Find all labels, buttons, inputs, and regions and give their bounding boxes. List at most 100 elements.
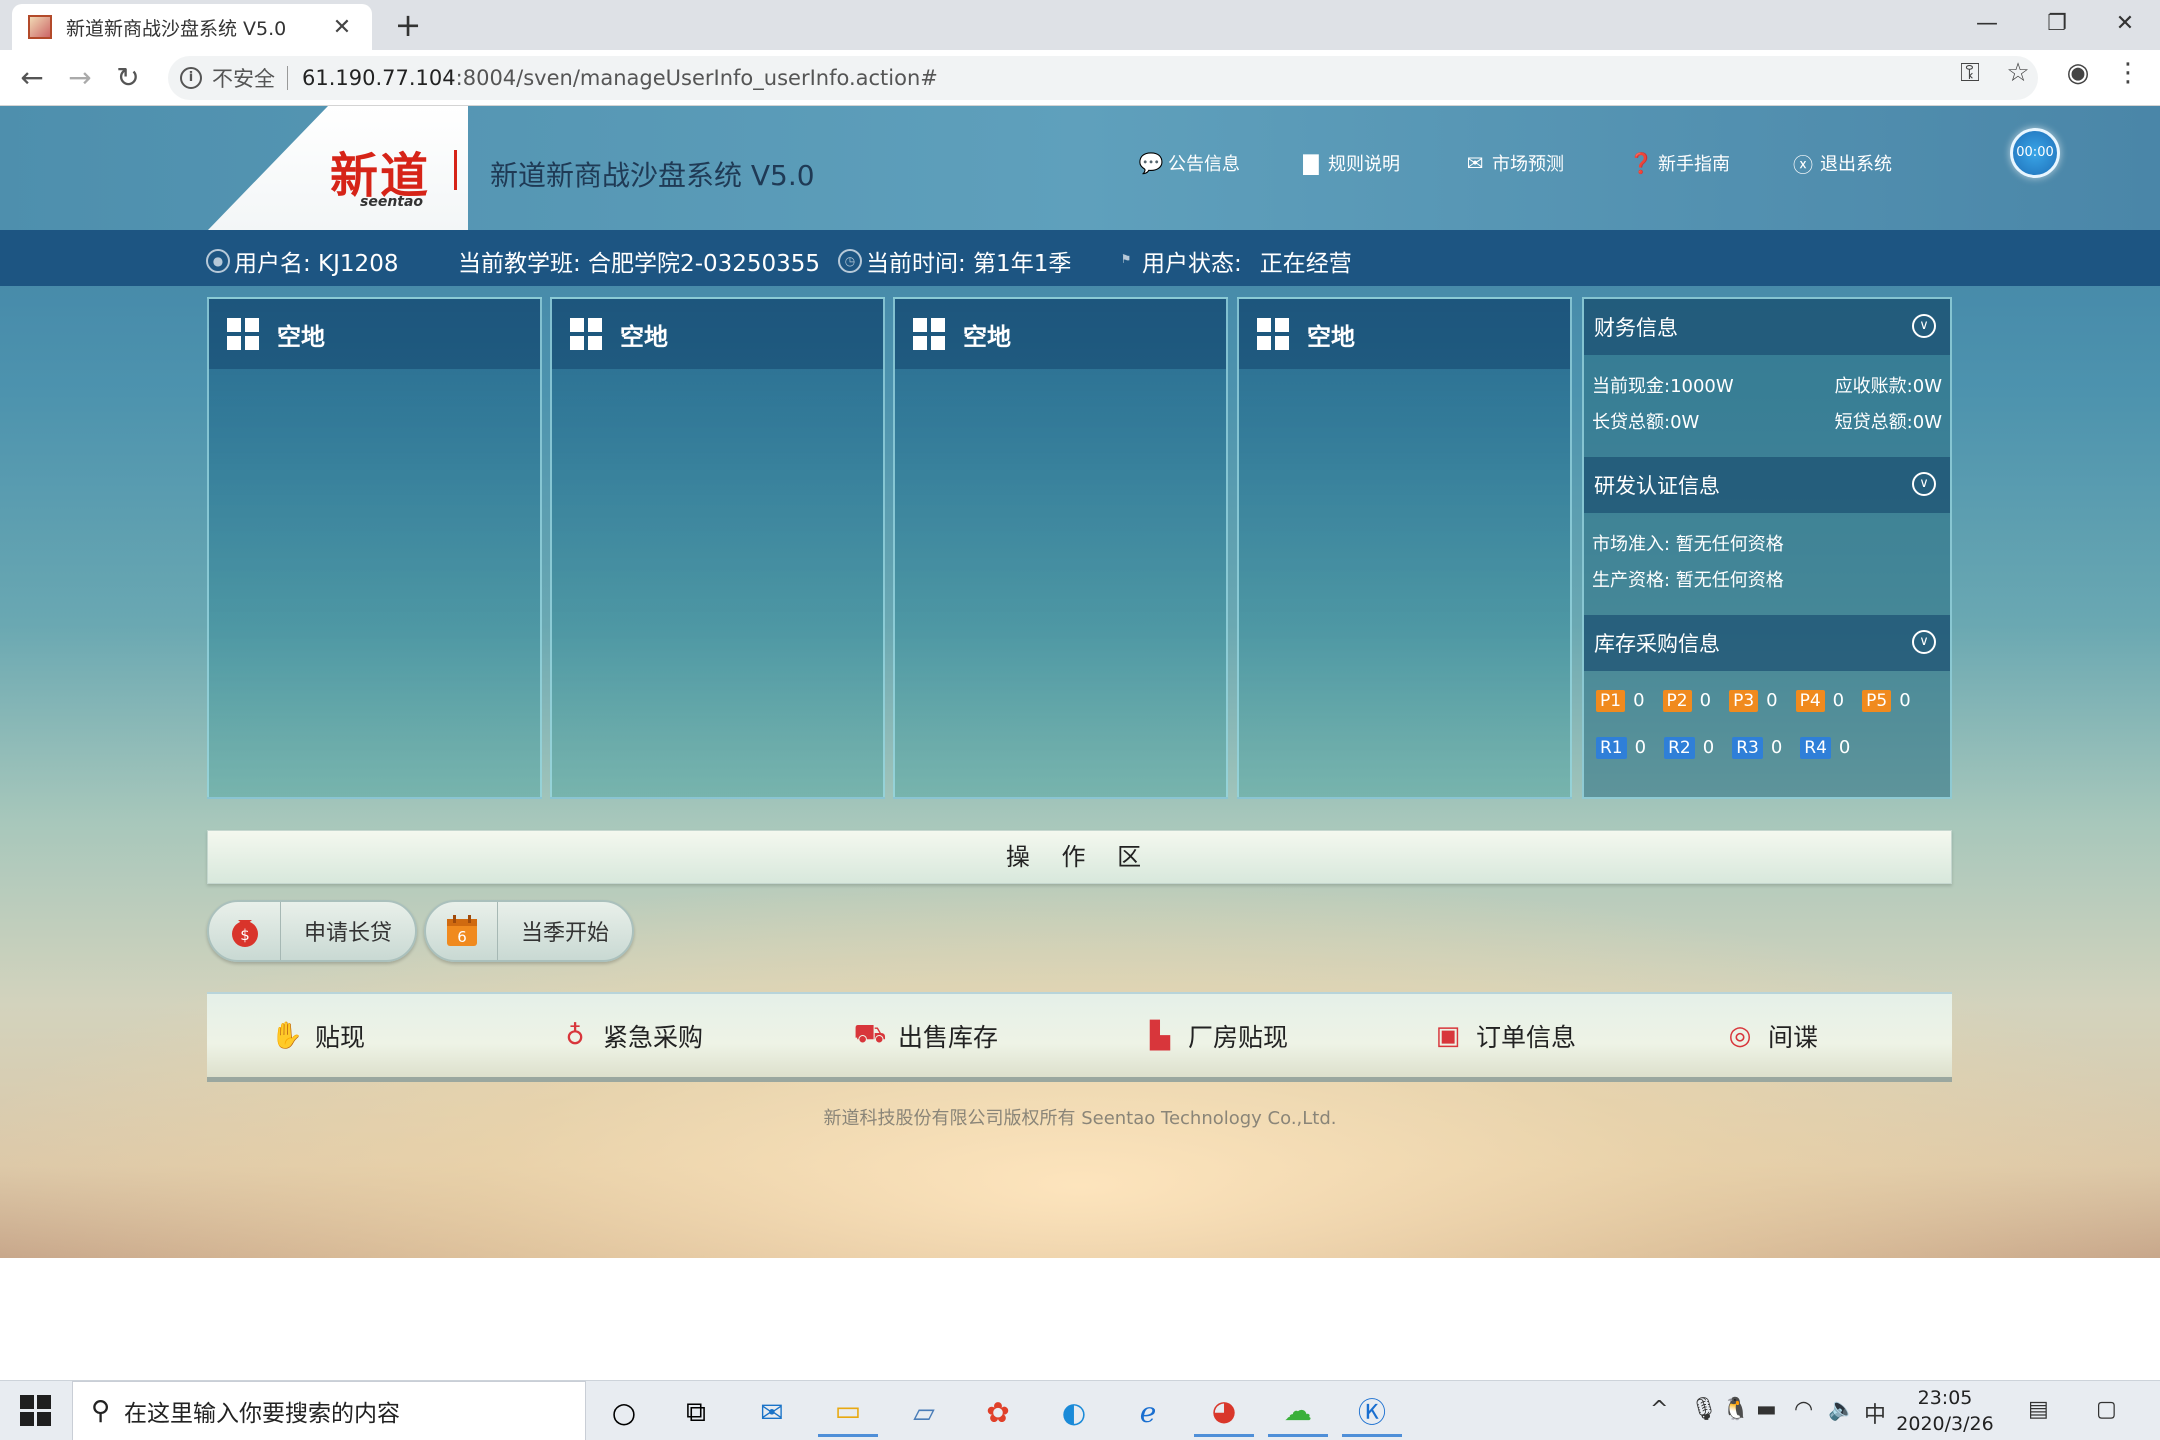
grid-icon: [913, 318, 945, 350]
star-icon[interactable]: ☆: [1998, 58, 2038, 88]
inventory-title: 库存采购信息: [1594, 632, 1720, 656]
key-icon[interactable]: ⚿: [1950, 58, 1990, 89]
edge-icon[interactable]: ℯ: [1118, 1387, 1178, 1437]
computer-icon[interactable]: ▱: [894, 1387, 954, 1437]
windows-start-icon[interactable]: [20, 1395, 52, 1427]
factory-icon: ▙: [1150, 1021, 1170, 1051]
reload-icon[interactable]: ↻: [108, 58, 148, 98]
wifi-icon[interactable]: ◠: [1794, 1397, 1813, 1422]
search-icon: ⚲: [91, 1396, 111, 1426]
material-qty: 0: [1702, 737, 1715, 758]
new-tab-button[interactable]: +: [388, 6, 428, 44]
apply-long-loan-button[interactable]: $ 申请长贷: [207, 900, 417, 962]
nav-logout[interactable]: ⓧ 退出系统: [1790, 150, 1892, 177]
security-label: 不安全: [212, 67, 275, 91]
chevron-down-icon[interactable]: ∨: [1912, 630, 1936, 654]
action-label: 订单信息: [1476, 1023, 1577, 1052]
logo-divider: [454, 150, 457, 190]
k-app-icon[interactable]: Ⓚ: [1342, 1387, 1402, 1437]
action-factory-discount[interactable]: ▙ 厂房贴现: [1142, 1018, 1288, 1054]
rd-row: 市场准入: 暂无任何资格: [1584, 525, 1950, 561]
tab-close-icon[interactable]: ✕: [328, 15, 356, 40]
app-icon[interactable]: ✿: [968, 1387, 1028, 1437]
taskbar-search-input[interactable]: ⚲ 在这里输入你要搜索的内容: [72, 1381, 586, 1440]
browser-tab[interactable]: 新道新商战沙盘系统 V5.0 ✕: [12, 4, 372, 50]
cortana-icon[interactable]: ○: [594, 1387, 654, 1437]
forward-icon[interactable]: →: [60, 58, 100, 98]
land-header: 空地: [895, 299, 1226, 369]
action-bar: ✋ 贴现 ♁ 紧急采购 ⛟ 出售库存 ▙ 厂房贴现 ▣ 订单信息 ◎ 间谍: [207, 992, 1952, 1082]
action-label: 间谍: [1768, 1023, 1819, 1052]
profile-icon[interactable]: ◉: [2058, 58, 2098, 88]
land-panel-4[interactable]: 空地: [1237, 297, 1572, 799]
nav-announcement[interactable]: 💬 公告信息: [1138, 150, 1240, 176]
land-panel-3[interactable]: 空地: [893, 297, 1228, 799]
system-title: 新道新商战沙盘系统 V5.0: [490, 159, 815, 192]
task-view-icon[interactable]: ⧉: [666, 1387, 726, 1437]
season-start-button[interactable]: 6 当季开始: [424, 900, 634, 962]
land-panel-1[interactable]: 空地: [207, 297, 542, 799]
volume-icon[interactable]: 🔈: [1828, 1397, 1855, 1422]
material-badge: R1: [1596, 736, 1627, 759]
url-input[interactable]: i 不安全 61.190.77.104:8004/sven/manageUser…: [168, 56, 2038, 100]
user-icon: ●: [206, 249, 230, 273]
username-text: 用户名: KJ1208: [234, 251, 399, 277]
material-badge: R4: [1800, 736, 1831, 759]
qq-icon[interactable]: 🐧: [1722, 1397, 1749, 1422]
action-discount[interactable]: ✋ 贴现: [269, 1018, 365, 1054]
microphone-icon[interactable]: 🎙: [1690, 1397, 1718, 1422]
state-value: 正在经营: [1259, 251, 1352, 277]
land-header: 空地: [552, 299, 883, 369]
land-label: 空地: [963, 322, 1011, 351]
compass-icon: ◎: [1728, 1021, 1752, 1051]
nav-guide[interactable]: ❓ 新手指南: [1628, 150, 1730, 176]
back-icon[interactable]: ←: [12, 58, 52, 98]
land-panel-2[interactable]: 空地: [550, 297, 885, 799]
wechat-icon[interactable]: ☁: [1268, 1387, 1328, 1437]
product-badge: P3: [1729, 689, 1759, 712]
file-explorer-icon[interactable]: ▭: [818, 1387, 878, 1437]
money-bag-icon: $: [209, 902, 281, 960]
battery-icon[interactable]: ▬: [1756, 1397, 1777, 1422]
browser-app-icon[interactable]: ◐: [1044, 1387, 1104, 1437]
svg-text:$: $: [240, 926, 250, 944]
nav-label: 退出系统: [1820, 154, 1892, 175]
product-badge: P1: [1596, 689, 1626, 712]
window-close-icon[interactable]: ✕: [2090, 4, 2160, 44]
land-header: 空地: [1239, 299, 1570, 369]
chevron-down-icon[interactable]: ∨: [1912, 472, 1936, 496]
action-label: 出售库存: [898, 1023, 999, 1052]
notification-badge-icon[interactable]: ▤: [2028, 1397, 2049, 1422]
product-qty: 0: [1899, 690, 1911, 711]
action-order-info[interactable]: ▣ 订单信息: [1430, 1018, 1576, 1054]
material-qty: 0: [1770, 737, 1783, 758]
button-label: 申请长贷: [303, 921, 392, 946]
mail-icon[interactable]: ✉: [742, 1387, 802, 1437]
ime-indicator[interactable]: 中: [1864, 1397, 1886, 1429]
nav-rules[interactable]: ▇ 规则说明: [1298, 150, 1400, 176]
restore-icon[interactable]: ❐: [2022, 4, 2092, 44]
nav-label: 新手指南: [1658, 154, 1730, 175]
timer[interactable]: 00:00: [2010, 128, 2060, 178]
menu-icon[interactable]: ⋮: [2108, 58, 2148, 88]
minimize-icon[interactable]: —: [1952, 4, 2022, 44]
tray-expand-icon[interactable]: ^: [1650, 1397, 1668, 1422]
inventory-header[interactable]: 库存采购信息 ∨: [1584, 615, 1950, 671]
clock[interactable]: 23:05 2020/3/26: [1890, 1385, 2000, 1437]
finance-header[interactable]: 财务信息 ∨: [1584, 299, 1950, 355]
action-sell-inventory[interactable]: ⛟ 出售库存: [852, 1018, 998, 1054]
product-qty: 0: [1832, 690, 1845, 711]
action-center-icon[interactable]: ▢: [2096, 1397, 2117, 1422]
separator: [287, 66, 288, 90]
action-spy[interactable]: ◎ 间谍: [1722, 1018, 1818, 1054]
chevron-down-icon[interactable]: ∨: [1912, 314, 1936, 338]
land-label: 空地: [620, 322, 668, 351]
rd-header[interactable]: 研发认证信息 ∨: [1584, 457, 1950, 513]
info-icon[interactable]: i: [180, 67, 202, 89]
rd-title: 研发认证信息: [1594, 474, 1720, 498]
short-loan-text: 短贷总额:0W: [1834, 412, 1942, 433]
chrome-icon[interactable]: ◕: [1194, 1387, 1254, 1437]
nav-forecast[interactable]: ✉ 市场预测: [1462, 150, 1564, 176]
action-emergency-purchase[interactable]: ♁ 紧急采购: [557, 1018, 703, 1054]
state-label: 用户状态:: [1142, 251, 1242, 277]
